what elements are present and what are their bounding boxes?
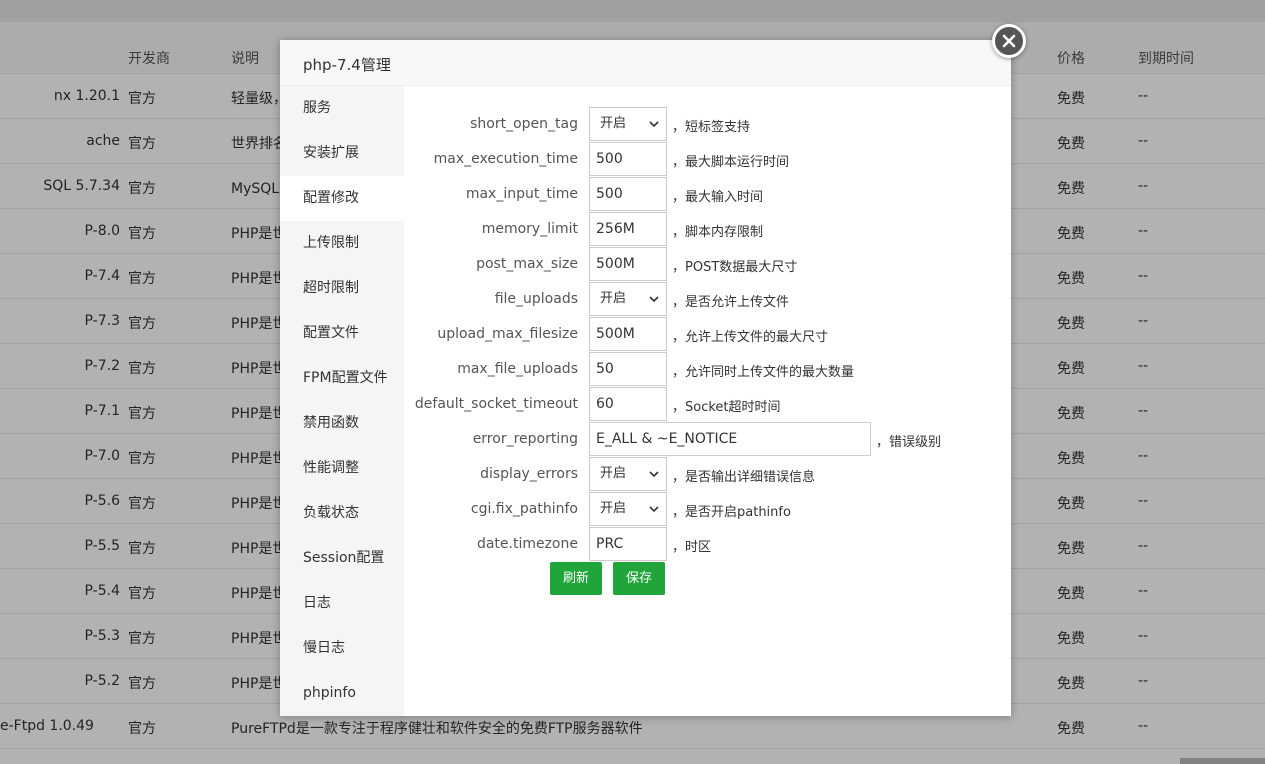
- save-button[interactable]: 保存: [613, 562, 665, 595]
- setting-input[interactable]: 500: [589, 142, 667, 176]
- setting-row: error_reporting E_ALL & ~E_NOTICE ，错误级别: [404, 422, 1011, 457]
- sidebar-item[interactable]: 配置修改: [280, 176, 404, 221]
- setting-input[interactable]: 500: [589, 177, 667, 211]
- refresh-button[interactable]: 刷新: [550, 562, 602, 595]
- setting-description: ，是否允许上传文件: [672, 295, 790, 310]
- setting-label: error_reporting: [472, 431, 578, 447]
- setting-description: ，脚本内存限制: [672, 225, 764, 240]
- dialog-sidebar: 服务 安装扩展 配置修改 上传限制 超时限制 配置文件 FPM配置文件 禁用函数 性能调整 负载状…: [280, 86, 404, 716]
- setting-input[interactable]: PRC: [589, 527, 667, 561]
- setting-description: ，最大脚本运行时间: [672, 155, 790, 170]
- sidebar-item[interactable]: 日志: [280, 581, 404, 626]
- setting-input[interactable]: E_ALL & ~E_NOTICE: [589, 422, 871, 456]
- sidebar-item[interactable]: 服务: [280, 86, 404, 131]
- setting-description: ，允许同时上传文件的最大数量: [672, 365, 855, 380]
- php-manage-dialog: php-7.4管理 服务 安装扩展 配置修改 上传限制 超时限制 配置文件 FPM配置文件禁…: [280, 40, 1011, 716]
- setting-label: default_socket_timeout: [414, 396, 578, 412]
- setting-label: post_max_size: [476, 256, 578, 272]
- setting-select[interactable]: 开启: [589, 282, 667, 316]
- setting-row: display_errors 开启 ，是否输出详细错误信息: [404, 457, 1011, 492]
- setting-input[interactable]: 256M: [589, 212, 667, 246]
- sidebar-item[interactable]: 禁用函数: [280, 401, 404, 446]
- setting-description: ，时区: [672, 540, 712, 555]
- setting-description: ，短标签支持: [672, 120, 751, 135]
- chevron-down-icon: [649, 506, 659, 513]
- setting-label: file_uploads: [494, 291, 578, 307]
- setting-row: cgi.fix_pathinfo 开启 ，是否开启pathinfo: [404, 492, 1011, 527]
- setting-input[interactable]: 500M: [589, 247, 667, 281]
- setting-row: max_execution_time 500 ，最大脚本运行时间: [404, 142, 1011, 177]
- select-value: 开启: [600, 291, 627, 306]
- setting-row: upload_max_filesize 500M ，允许上传文件的最大尺寸: [404, 317, 1011, 352]
- setting-input[interactable]: 50: [589, 352, 667, 386]
- setting-select[interactable]: 开启: [589, 492, 667, 526]
- sidebar-item[interactable]: 负载状态: [280, 491, 404, 536]
- setting-description: ，是否开启pathinfo: [672, 505, 791, 520]
- close-icon: [1002, 34, 1016, 48]
- setting-row: default_socket_timeout 60 ，Socket超时时间: [404, 387, 1011, 422]
- setting-row: date.timezone PRC ，时区: [404, 527, 1011, 562]
- setting-label: display_errors: [480, 466, 578, 482]
- sidebar-item[interactable]: 超时限制: [280, 266, 404, 311]
- sidebar-item[interactable]: 性能调整: [280, 446, 404, 491]
- select-value: 开启: [600, 116, 627, 131]
- select-value: 开启: [600, 501, 627, 516]
- setting-description: ，允许上传文件的最大尺寸: [672, 330, 829, 345]
- setting-label: cgi.fix_pathinfo: [470, 501, 578, 517]
- sidebar-item[interactable]: phpinfo: [280, 671, 404, 716]
- setting-description: ，Socket超时时间: [672, 400, 781, 415]
- setting-row: max_file_uploads 50 ，允许同时上传文件的最大数量: [404, 352, 1011, 387]
- sidebar-item[interactable]: Session配置: [280, 536, 404, 581]
- setting-description: ，最大输入时间: [672, 190, 764, 205]
- chevron-down-icon: [649, 296, 659, 303]
- setting-input[interactable]: 60: [589, 387, 667, 421]
- setting-row: short_open_tag 开启 ，短标签支持: [404, 107, 1011, 142]
- sidebar-item[interactable]: 安装扩展: [280, 131, 404, 176]
- setting-row: max_input_time 500 ，最大输入时间: [404, 177, 1011, 212]
- setting-label: short_open_tag: [470, 116, 578, 132]
- setting-description: ，错误级别: [876, 435, 942, 450]
- setting-row: file_uploads 开启 ，是否允许上传文件: [404, 282, 1011, 317]
- close-button[interactable]: [992, 24, 1026, 58]
- setting-label: upload_max_filesize: [437, 326, 578, 342]
- setting-select[interactable]: 开启: [589, 107, 667, 141]
- setting-label: max_file_uploads: [457, 361, 578, 377]
- setting-label: max_execution_time: [433, 151, 578, 167]
- setting-select[interactable]: 开启: [589, 457, 667, 491]
- setting-description: ，POST数据最大尺寸: [672, 260, 798, 275]
- setting-label: date.timezone: [476, 536, 578, 552]
- setting-input[interactable]: 500M: [589, 317, 667, 351]
- dialog-title: php-7.4管理: [280, 40, 1011, 86]
- chevron-down-icon: [649, 121, 659, 128]
- setting-label: memory_limit: [481, 221, 578, 237]
- sidebar-item[interactable]: 配置文件: [280, 311, 404, 356]
- setting-description: ，是否输出详细错误信息: [672, 470, 816, 485]
- setting-label: max_input_time: [465, 186, 578, 202]
- config-form: 刷新 保存 short_open_tag 开启 ，短标签支持 max_executio…: [404, 86, 1011, 716]
- sidebar-item[interactable]: FPM配置文件: [280, 356, 404, 401]
- setting-row: post_max_size 500M ，POST数据最大尺寸: [404, 247, 1011, 282]
- sidebar-item[interactable]: 慢日志: [280, 626, 404, 671]
- chevron-down-icon: [649, 471, 659, 478]
- sidebar-item[interactable]: 上传限制: [280, 221, 404, 266]
- setting-row: memory_limit 256M ，脚本内存限制: [404, 212, 1011, 247]
- select-value: 开启: [600, 466, 627, 481]
